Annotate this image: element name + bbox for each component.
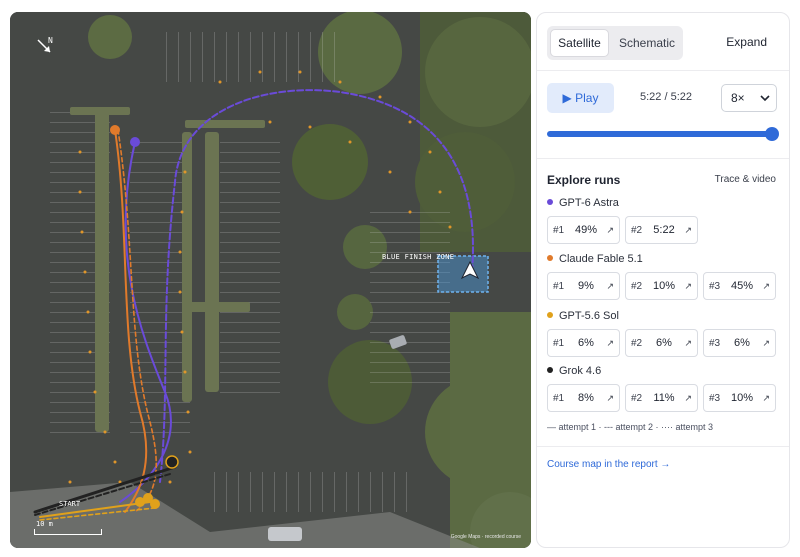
scale-bar	[34, 529, 102, 535]
playback-slider[interactable]	[547, 127, 779, 141]
model-label: Grok 4.6	[547, 365, 601, 377]
divider	[537, 158, 789, 159]
run-card[interactable]: #1 9% ↗	[547, 272, 620, 300]
model-name: Claude Fable 5.1	[559, 253, 643, 265]
run-number: #3	[709, 281, 721, 292]
compass-label: N	[48, 36, 53, 45]
model-color-dot	[547, 255, 553, 261]
endpoint-fable	[110, 125, 120, 135]
model-name: Grok 4.6	[559, 365, 602, 377]
control-panel: Satellite Schematic Expand ▶ Play 5:22 /…	[536, 12, 790, 548]
open-arrow-icon: ↗	[606, 225, 614, 235]
finish-zone	[437, 255, 489, 293]
run-number: #2	[631, 225, 643, 236]
open-arrow-icon: ↗	[606, 393, 614, 403]
divider	[537, 70, 789, 71]
run-value: 6%	[578, 337, 594, 349]
map-attribution: Google Maps · recorded course	[450, 534, 521, 540]
run-card[interactable]: #1 6% ↗	[547, 329, 620, 357]
run-card[interactable]: #3 10% ↗	[703, 384, 776, 412]
satellite-map[interactable]: N BLUE FINISH ZONE START 10 m Google Map…	[10, 12, 531, 548]
run-value: 45%	[730, 280, 754, 292]
open-arrow-icon: ↗	[606, 281, 614, 291]
open-arrow-icon: ↗	[684, 225, 692, 235]
run-value: 8%	[578, 392, 594, 404]
run-number: #1	[553, 225, 565, 236]
run-card[interactable]: #1 49% ↗	[547, 216, 620, 244]
start-label: START	[59, 500, 81, 508]
open-arrow-icon: ↗	[684, 338, 692, 348]
finish-zone-label: BLUE FINISH ZONE	[382, 253, 455, 261]
endpoint-sol-2	[150, 499, 160, 509]
open-arrow-icon: ↗	[606, 338, 614, 348]
run-value: 49%	[574, 224, 598, 236]
run-card[interactable]: #2 5:22 ↗	[625, 216, 698, 244]
endpoint-astra	[130, 137, 140, 147]
run-number: #1	[553, 281, 565, 292]
run-number: #1	[553, 393, 565, 404]
run-value: 10%	[652, 280, 676, 292]
run-value: 11%	[653, 392, 675, 404]
model-color-dot	[547, 199, 553, 205]
run-number: #2	[631, 281, 643, 292]
speed-value: 8×	[731, 91, 745, 105]
run-card[interactable]: #2 10% ↗	[625, 272, 698, 300]
open-arrow-icon: ↗	[762, 281, 770, 291]
slider-handle[interactable]	[765, 127, 779, 141]
trace-video-link[interactable]: Trace & video	[715, 174, 776, 185]
model-color-dot	[547, 312, 553, 318]
run-card[interactable]: #3 6% ↗	[703, 329, 776, 357]
open-arrow-icon: ↗	[684, 281, 692, 291]
speed-select[interactable]: 8×	[721, 84, 777, 112]
run-card[interactable]: #1 8% ↗	[547, 384, 620, 412]
open-arrow-icon: ↗	[684, 393, 692, 403]
run-value: 10%	[730, 392, 754, 404]
open-arrow-icon: ↗	[762, 338, 770, 348]
app-root: N BLUE FINISH ZONE START 10 m Google Map…	[0, 0, 800, 557]
run-number: #3	[709, 393, 721, 404]
model-label: GPT-5.6 Sol	[547, 310, 619, 322]
endpoint-grok	[165, 455, 179, 469]
model-label: Claude Fable 5.1	[547, 253, 643, 265]
map-canvas	[10, 12, 531, 548]
endpoint-sol-3	[135, 497, 145, 507]
attempt-legend: — attempt 1 · --- attempt 2 · ···· attem…	[547, 422, 714, 432]
expand-button[interactable]: Expand	[726, 35, 767, 49]
model-name: GPT-6 Astra	[559, 197, 619, 209]
run-number: #2	[631, 338, 643, 349]
run-number: #3	[709, 338, 721, 349]
divider	[537, 446, 789, 447]
run-value: 9%	[578, 280, 594, 292]
run-value: 5:22	[653, 224, 675, 236]
run-card[interactable]: #2 11% ↗	[625, 384, 698, 412]
run-value: 6%	[656, 337, 672, 349]
view-toggle-row: Satellite Schematic Expand	[547, 26, 779, 60]
satellite-tab[interactable]: Satellite	[550, 29, 609, 57]
course-map-report-link[interactable]: Course map in the report →	[547, 459, 670, 470]
model-label: GPT-6 Astra	[547, 197, 619, 209]
run-value: 6%	[734, 337, 750, 349]
run-card[interactable]: #3 45% ↗	[703, 272, 776, 300]
model-color-dot	[547, 367, 553, 373]
run-card[interactable]: #2 6% ↗	[625, 329, 698, 357]
scale-label: 10 m	[36, 520, 53, 528]
chevron-down-icon	[760, 95, 770, 102]
view-segmented-control: Satellite Schematic	[547, 26, 683, 60]
run-number: #1	[553, 338, 565, 349]
schematic-tab[interactable]: Schematic	[613, 29, 681, 57]
model-name: GPT-5.6 Sol	[559, 310, 619, 322]
run-number: #2	[631, 393, 643, 404]
play-button[interactable]: ▶ Play	[547, 83, 614, 113]
explore-runs-title: Explore runs	[547, 173, 621, 187]
open-arrow-icon: ↗	[762, 393, 770, 403]
playback-time: 5:22 / 5:22	[640, 91, 692, 103]
